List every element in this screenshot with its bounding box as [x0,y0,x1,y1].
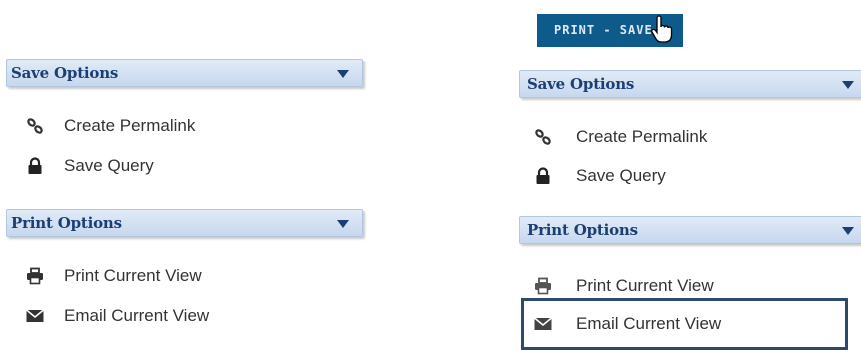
save-options-title: Save Options [11,64,119,82]
chevron-down-icon [337,220,349,228]
save-query-item[interactable]: Save Query [534,164,784,188]
print-save-button-label: PRINT - SAVE [554,23,653,37]
create-permalink-label: Create Permalink [64,116,196,135]
printer-icon [535,277,551,295]
save-query-item[interactable]: Save Query [26,154,276,178]
save-options-header[interactable]: Save Options [519,70,861,98]
lock-icon [536,167,550,184]
create-permalink-item[interactable]: Create Permalink [26,114,276,138]
print-current-view-label: Print Current View [64,266,202,285]
lock-icon [28,157,42,174]
hand-pointer-cursor-icon [651,15,673,43]
save-options-title: Save Options [527,75,635,93]
link-icon [27,118,43,134]
envelope-icon [534,317,552,330]
envelope-icon [26,309,44,322]
print-options-header[interactable]: Print Options [519,216,861,244]
link-icon [535,129,551,145]
print-current-view-item[interactable]: Print Current View [26,264,276,288]
print-options-title: Print Options [11,214,122,232]
chevron-down-icon [842,227,854,235]
email-current-view-item[interactable]: Email Current View [26,304,276,328]
right-panel: PRINT - SAVE Save Options Create Permali… [515,0,861,350]
email-current-view-label: Email Current View [64,306,210,325]
save-options-header[interactable]: Save Options [6,59,363,87]
chevron-down-icon [337,70,349,78]
save-query-label: Save Query [576,166,666,185]
print-current-view-item[interactable]: Print Current View [534,274,784,298]
save-query-label: Save Query [64,156,154,175]
create-permalink-item[interactable]: Create Permalink [534,125,784,149]
print-options-header[interactable]: Print Options [6,209,363,237]
print-options-title: Print Options [527,221,638,239]
create-permalink-label: Create Permalink [576,127,708,146]
print-current-view-label: Print Current View [576,276,714,295]
email-current-view-item[interactable]: Email Current View [534,312,784,336]
left-panel: Save Options Create Permalink Save Query… [0,0,372,347]
email-current-view-label: Email Current View [576,314,722,333]
chevron-down-icon [842,81,854,89]
printer-icon [27,267,43,285]
